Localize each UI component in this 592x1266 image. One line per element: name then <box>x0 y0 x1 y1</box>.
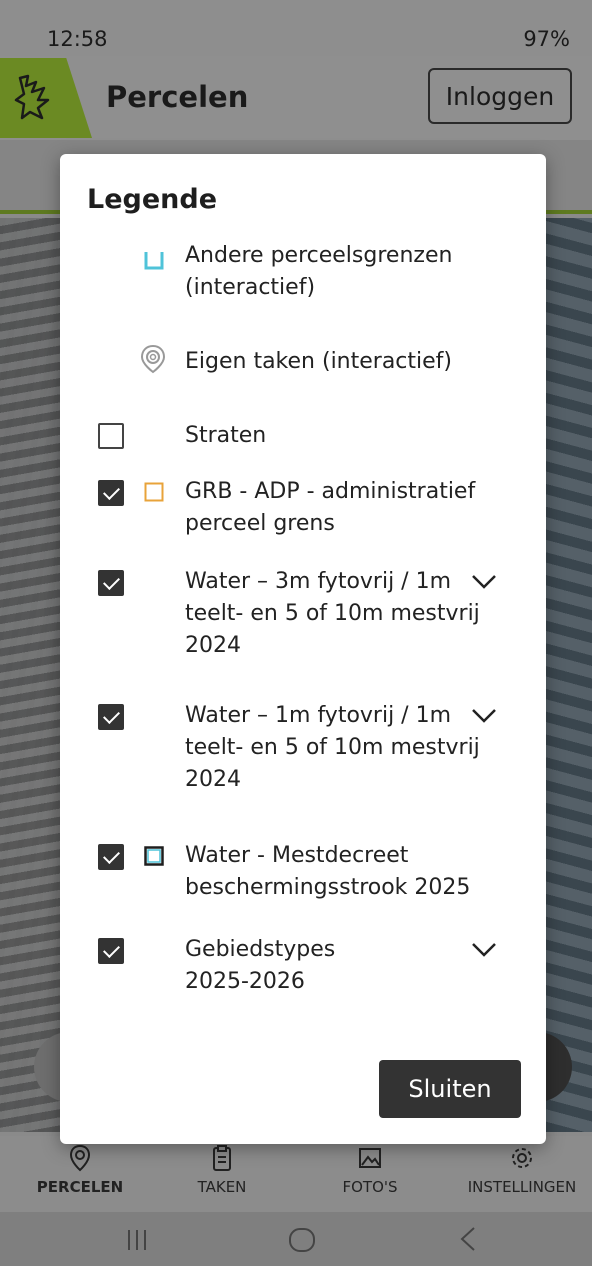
clipboard-icon <box>148 1144 296 1178</box>
recent-apps-icon[interactable] <box>122 1224 152 1258</box>
legend-checkbox-gebiedstypes[interactable] <box>98 938 124 964</box>
gear-icon <box>448 1144 592 1178</box>
bottom-navigation: PERCELEN TAKEN FOTO'S INSTELLINGEN <box>0 1136 592 1212</box>
orange-square-icon <box>144 482 164 502</box>
nav-label: INSTELLINGEN <box>467 1178 577 1196</box>
status-time: 12:58 <box>47 27 108 51</box>
nav-label: PERCELEN <box>36 1178 124 1196</box>
nav-item-fotos[interactable]: FOTO'S <box>296 1144 444 1196</box>
legend-item-label: Straten <box>185 423 267 448</box>
location-pin-icon <box>6 1144 154 1178</box>
app-header: Percelen Inloggen <box>0 56 592 140</box>
dialog-title: Legende <box>87 184 218 215</box>
legend-item-label: Water – 3m fytovrij / 1m teelt- en 5 of … <box>185 569 480 658</box>
legend-dialog: Legende Andere perceelsgrenzen (interact… <box>60 154 546 1144</box>
back-icon[interactable] <box>456 1224 480 1258</box>
legend-item-label: Andere perceelsgrenzen (interactief) <box>185 243 453 300</box>
flanders-lion-logo <box>0 58 92 138</box>
map-edge-right <box>546 218 592 1132</box>
nav-label: FOTO'S <box>342 1178 398 1196</box>
chevron-down-icon[interactable] <box>469 572 499 592</box>
chevron-down-icon[interactable] <box>469 940 499 960</box>
photo-icon <box>296 1144 444 1178</box>
status-battery: 97% <box>523 27 570 51</box>
legend-checkbox-grb-adp[interactable] <box>98 480 124 506</box>
legend-item-label: Water - Mestdecreet beschermingsstrook 2… <box>185 843 471 900</box>
legend-item-label: Gebiedstypes 2025-2026 <box>185 937 336 994</box>
legend-checkbox-straten[interactable] <box>98 423 124 449</box>
legend-item-label: GRB - ADP - administratief perceel grens <box>185 479 476 536</box>
nav-item-percelen[interactable]: PERCELEN <box>6 1144 154 1196</box>
map-edge-left <box>0 218 60 1132</box>
nav-item-taken[interactable]: TAKEN <box>148 1144 296 1196</box>
close-button[interactable]: Sluiten <box>379 1060 521 1118</box>
location-pin-icon <box>140 344 166 374</box>
legend-checkbox-water-3m[interactable] <box>98 570 124 596</box>
page-title: Percelen <box>106 80 249 114</box>
login-button[interactable]: Inloggen <box>428 68 572 124</box>
legend-checkbox-water-1m[interactable] <box>98 704 124 730</box>
cyan-square-icon <box>144 846 164 866</box>
home-icon[interactable] <box>286 1224 318 1258</box>
status-bar: 12:58 97% <box>0 0 592 56</box>
legend-item-label: Water – 1m fytovrij / 1m teelt- en 5 of … <box>185 703 480 792</box>
legend-item-label: Eigen taken (interactief) <box>185 349 453 374</box>
lion-icon <box>14 74 50 120</box>
chevron-down-icon[interactable] <box>469 706 499 726</box>
nav-item-instellingen[interactable]: INSTELLINGEN <box>448 1144 592 1196</box>
nav-label: TAKEN <box>197 1178 247 1196</box>
cyan-open-square-icon <box>144 252 164 270</box>
legend-checkbox-mestdecreet[interactable] <box>98 844 124 870</box>
system-navigation <box>0 1212 592 1266</box>
